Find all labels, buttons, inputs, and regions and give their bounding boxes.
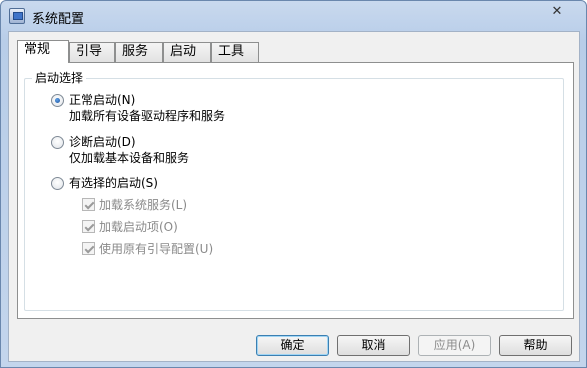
load-startup-items-label: 加载启动项(O) <box>99 220 178 234</box>
diagnostic-startup-label[interactable]: 诊断启动(D) <box>69 134 136 150</box>
load-system-services-checkbox[interactable] <box>82 198 95 211</box>
load-system-services-label: 加载系统服务(L) <box>99 198 188 212</box>
general-tab-panel: 启动选择 正常启动(N) 加载所有设备驱动程序和服务 诊断启动(D) 仅加载基本… <box>17 62 574 319</box>
diagnostic-startup-radio[interactable] <box>51 136 64 149</box>
normal-startup-description: 加载所有设备驱动程序和服务 <box>69 109 226 123</box>
close-button[interactable]: ✕ <box>540 3 574 21</box>
startup-selection-group: 启动选择 正常启动(N) 加载所有设备驱动程序和服务 诊断启动(D) 仅加载基本… <box>24 70 564 311</box>
normal-startup-radio[interactable] <box>51 94 64 107</box>
group-legend: 启动选择 <box>32 70 87 86</box>
cancel-button[interactable]: 取消 <box>337 335 410 356</box>
dialog-body: 常规 引导 服务 启动 工具 启动选择 正常启动(N) 加载所有设备驱动程序和服… <box>8 31 580 362</box>
selective-startup-label[interactable]: 有选择的启动(S) <box>69 175 158 191</box>
tab-startup[interactable]: 启动 <box>163 42 211 62</box>
apply-button[interactable]: 应用(A) <box>418 335 491 356</box>
tab-services[interactable]: 服务 <box>115 42 163 62</box>
tab-tools[interactable]: 工具 <box>211 42 259 62</box>
tab-general[interactable]: 常规 <box>17 40 69 63</box>
tab-boot[interactable]: 引导 <box>69 42 115 62</box>
use-original-boot-config-checkbox[interactable] <box>82 242 95 255</box>
normal-startup-label[interactable]: 正常启动(N) <box>69 92 135 108</box>
selective-startup-radio[interactable] <box>51 177 64 190</box>
diagnostic-startup-description: 仅加载基本设备和服务 <box>69 151 190 165</box>
load-startup-items-checkbox[interactable] <box>82 220 95 233</box>
window-title: 系统配置 <box>32 12 85 27</box>
use-original-boot-config-label: 使用原有引导配置(U) <box>99 242 214 256</box>
title-bar[interactable]: 系统配置 ✕ <box>1 1 586 31</box>
ok-button[interactable]: 确定 <box>256 335 329 356</box>
system-config-window: 系统配置 ✕ 常规 引导 服务 启动 工具 启动选择 正常启动(N) 加载所有设… <box>0 0 587 368</box>
help-button[interactable]: 帮助 <box>499 335 572 356</box>
msconfig-app-icon <box>9 8 25 24</box>
